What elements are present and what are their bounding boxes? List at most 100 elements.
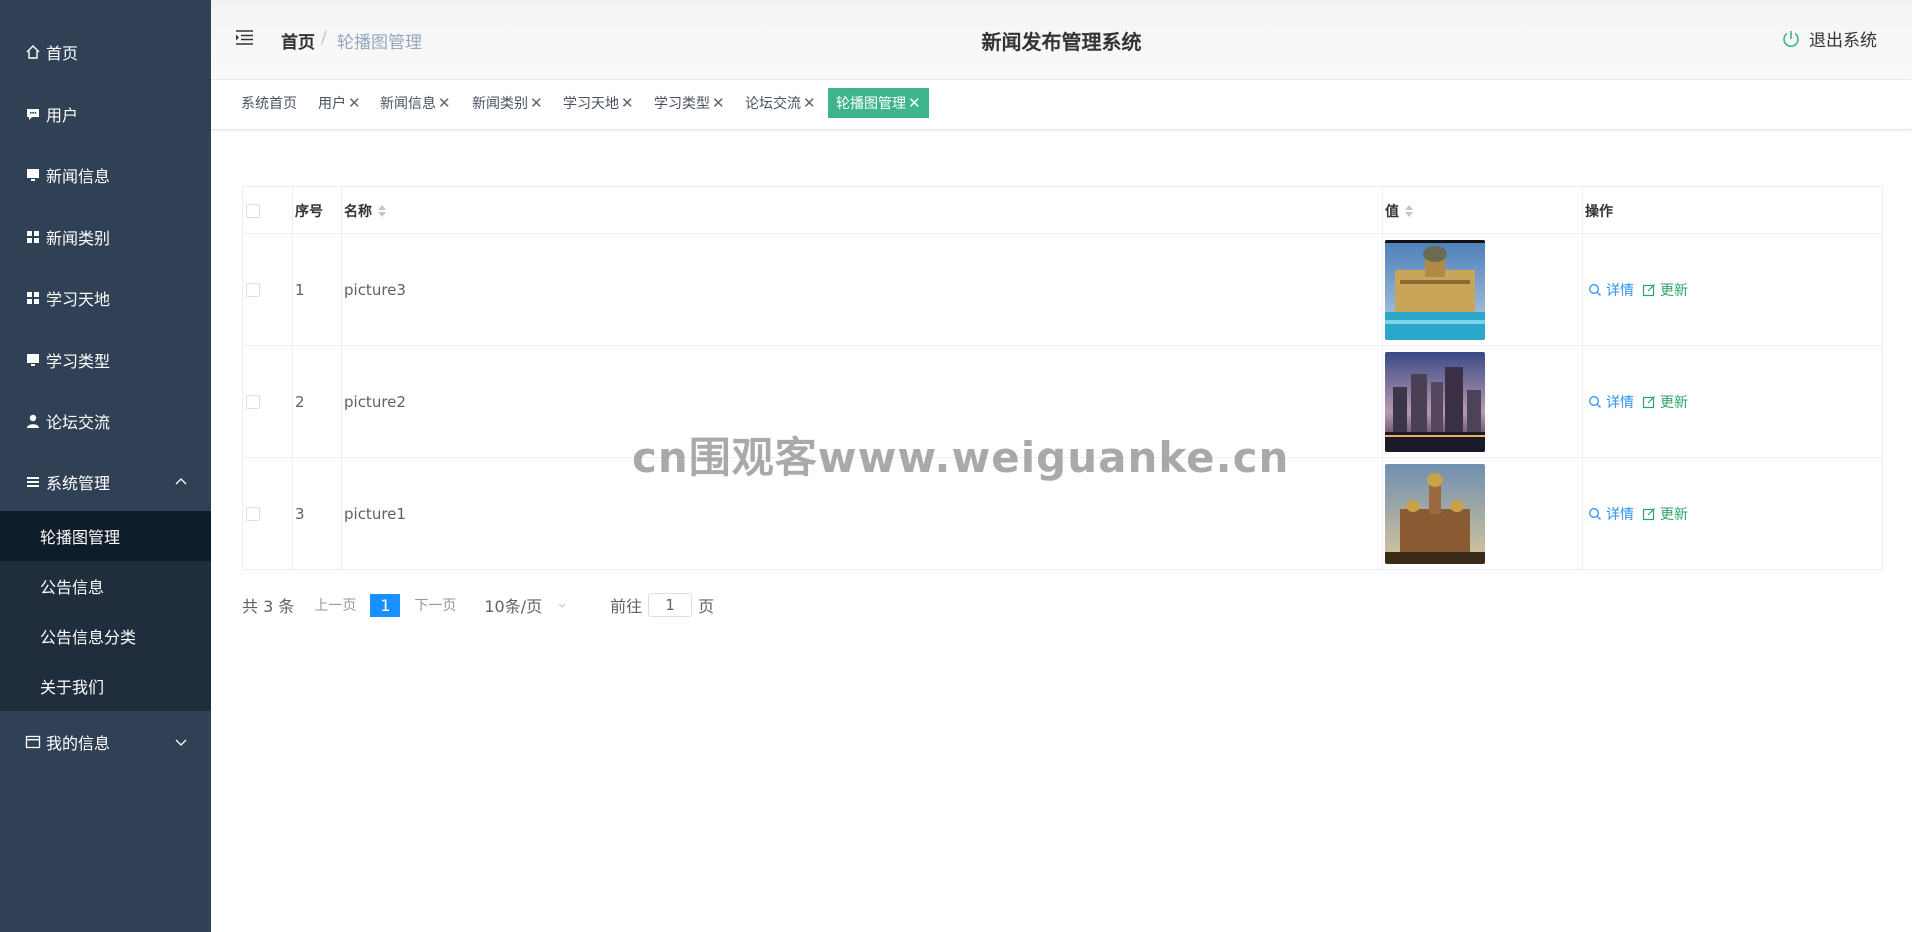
column-name[interactable]: 名称	[344, 187, 386, 234]
sidebar-item-system[interactable]: 系统管理	[0, 460, 211, 504]
row-image[interactable]	[1385, 346, 1485, 458]
card-icon	[24, 733, 42, 751]
row-checkbox[interactable]	[246, 458, 260, 570]
row-image[interactable]	[1385, 234, 1485, 346]
goto-page-input[interactable]: 1	[648, 593, 693, 617]
edit-icon	[1642, 396, 1655, 409]
select-all-checkbox[interactable]	[246, 187, 260, 234]
page-number-current[interactable]: 1	[370, 593, 401, 617]
monitor-icon	[24, 351, 42, 369]
row-image[interactable]	[1385, 458, 1485, 570]
sidebar-item-study-type[interactable]: 学习类型	[0, 338, 211, 382]
row-actions: 详情 更新	[1588, 346, 1696, 458]
column-label: 值	[1385, 203, 1399, 220]
sidebar-item-news[interactable]: 新闻信息	[0, 153, 211, 197]
tag-label: 新闻信息	[380, 96, 436, 112]
pagination-total: 共 3 条	[242, 597, 295, 616]
submenu-item-carousel[interactable]: 轮播图管理	[0, 511, 211, 561]
tag-news[interactable]: 新闻信息 ✕	[380, 88, 451, 118]
pagination: 共 3 条 上一页 1 下一页 10条/页 前往 1 页	[242, 592, 714, 618]
close-icon[interactable]: ✕	[712, 94, 725, 112]
grid-icon	[24, 289, 42, 307]
submenu-item-notice-category[interactable]: 公告信息分类	[0, 611, 211, 661]
detail-button[interactable]: 详情	[1588, 392, 1634, 412]
column-value[interactable]: 值	[1385, 187, 1413, 234]
column-label: 名称	[344, 203, 372, 220]
tags-view: 系统首页 用户 ✕ 新闻信息 ✕ 新闻类别 ✕ 学习天地 ✕ 学习类型 ✕ 论坛交流 ✕ 轮…	[211, 80, 1912, 130]
sidebar-item-forum[interactable]: 论坛交流	[0, 399, 211, 443]
top-header: 首页 / 轮播图管理 新闻发布管理系统 退出系统	[211, 0, 1912, 80]
tag-news-category[interactable]: 新闻类别 ✕	[472, 88, 543, 118]
sidebar-item-label: 系统管理	[46, 474, 111, 493]
monitor-icon	[24, 166, 42, 184]
cathedral-photo	[1385, 464, 1485, 564]
sidebar-item-news-category[interactable]: 新闻类别	[0, 215, 211, 259]
tag-forum[interactable]: 论坛交流 ✕	[745, 88, 816, 118]
sidebar-item-label: 用户	[46, 106, 79, 125]
update-label: 更新	[1660, 507, 1688, 523]
close-icon[interactable]: ✕	[438, 94, 451, 112]
tag-users[interactable]: 用户 ✕	[318, 88, 361, 118]
sidebar-item-users[interactable]: 用户	[0, 92, 211, 136]
submenu-item-notice[interactable]: 公告信息	[0, 561, 211, 611]
row-index: 2	[295, 393, 305, 411]
tag-carousel-active[interactable]: 轮播图管理 ✕	[828, 88, 929, 118]
detail-button[interactable]: 详情	[1588, 504, 1634, 524]
next-page-button[interactable]: 下一页	[414, 595, 456, 615]
row-checkbox[interactable]	[246, 346, 260, 458]
detail-button[interactable]: 详情	[1588, 280, 1634, 300]
update-button[interactable]: 更新	[1642, 504, 1688, 524]
tag-study[interactable]: 学习天地 ✕	[563, 88, 634, 118]
tag-system-home[interactable]: 系统首页	[241, 88, 297, 118]
sidebar-item-my-info[interactable]: 我的信息	[0, 720, 211, 764]
logout-label: 退出系统	[1809, 31, 1877, 51]
carousel-table: 序号 名称 值 操作 1 picture3 详情 更新 2 picture2 详…	[242, 186, 1883, 570]
row-name: picture3	[344, 281, 406, 299]
search-icon	[1589, 508, 1601, 520]
watermark-text: cn围观客www.weiguanke.cn	[632, 433, 1290, 482]
city-night-photo	[1385, 352, 1485, 452]
table-header: 序号 名称 值 操作	[243, 187, 1882, 234]
palace-photo	[1385, 240, 1485, 340]
close-icon[interactable]: ✕	[803, 94, 816, 112]
close-icon[interactable]: ✕	[908, 94, 921, 112]
goto-label: 前往	[610, 597, 643, 616]
update-label: 更新	[1660, 395, 1688, 411]
row-checkbox[interactable]	[246, 234, 260, 346]
row-index: 1	[295, 281, 305, 299]
row-name: picture1	[344, 505, 406, 523]
page-size-select[interactable]: 10条/页	[484, 593, 568, 617]
update-button[interactable]: 更新	[1642, 392, 1688, 412]
sidebar-item-home[interactable]: 首页	[0, 30, 211, 74]
chevron-down-icon	[558, 603, 566, 608]
column-index: 序号	[295, 203, 323, 220]
logout-button[interactable]: 退出系统	[1781, 26, 1877, 51]
sidebar: 首页 用户 新闻信息 新闻类别 学习天地 学习类型 论坛交流 系统管理 轮播图管…	[0, 0, 211, 932]
column-actions: 操作	[1585, 203, 1613, 220]
page-unit-label: 页	[698, 597, 715, 616]
close-icon[interactable]: ✕	[348, 94, 361, 112]
sidebar-item-label: 论坛交流	[46, 413, 111, 432]
edit-icon	[1642, 508, 1655, 521]
detail-label: 详情	[1606, 507, 1634, 523]
submenu-item-about[interactable]: 关于我们	[0, 661, 211, 711]
update-label: 更新	[1660, 283, 1688, 299]
home-icon	[24, 43, 42, 61]
sidebar-item-label: 新闻类别	[46, 229, 111, 248]
prev-page-button[interactable]: 上一页	[314, 595, 356, 615]
update-button[interactable]: 更新	[1642, 280, 1688, 300]
user-icon	[24, 412, 42, 430]
sidebar-item-label: 新闻信息	[46, 167, 111, 186]
close-icon[interactable]: ✕	[621, 94, 634, 112]
close-icon[interactable]: ✕	[530, 94, 543, 112]
detail-label: 详情	[1606, 395, 1634, 411]
sort-icon[interactable]	[1405, 204, 1413, 217]
sidebar-item-label: 首页	[46, 44, 79, 63]
tag-study-type[interactable]: 学习类型 ✕	[654, 88, 725, 118]
tag-label: 系统首页	[241, 96, 297, 112]
search-icon	[1589, 284, 1601, 296]
edit-icon	[1642, 284, 1655, 297]
sidebar-item-study[interactable]: 学习天地	[0, 276, 211, 320]
sort-icon[interactable]	[378, 204, 386, 217]
chevron-down-icon	[175, 739, 187, 746]
